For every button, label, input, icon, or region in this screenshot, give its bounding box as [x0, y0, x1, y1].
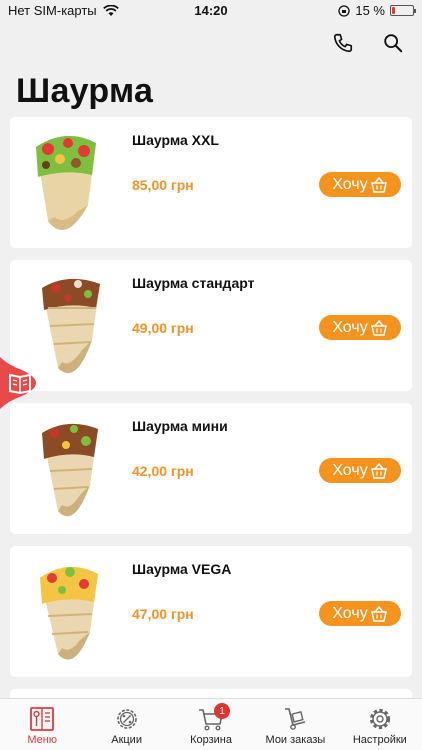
want-button[interactable]: Хочу [319, 458, 401, 483]
want-button-label: Хочу [332, 604, 368, 622]
product-name: Шаурма стандарт [132, 275, 255, 291]
product-name: Шаурма мини [132, 418, 228, 434]
tab-my-orders-label: Мои заказы [265, 734, 326, 746]
want-button[interactable]: Хочу [319, 315, 401, 340]
tab-cart-label: Корзина [190, 734, 232, 746]
tab-settings-label: Настройки [352, 734, 407, 746]
basket-icon [370, 176, 387, 193]
battery-icon [390, 5, 416, 16]
phone-icon[interactable] [332, 32, 354, 54]
want-button-label: Хочу [332, 461, 368, 479]
discount-gear-icon [116, 709, 137, 729]
want-button-label: Хочу [332, 175, 368, 193]
product-price: 42,00 грн [132, 463, 194, 479]
product-name: Шаурма XXL [132, 132, 219, 148]
product-card[interactable]: Шаурма стандарт 49,00 грн Хочу [10, 260, 412, 391]
tab-my-orders[interactable]: Мои заказы [253, 699, 337, 750]
page-title: Шаурма [16, 72, 154, 110]
tab-settings[interactable]: Настройки [338, 699, 422, 750]
menu-book-icon [30, 707, 55, 731]
battery-level-fill [392, 7, 395, 14]
basket-icon [370, 462, 387, 479]
product-card[interactable]: Шаурма мини 42,00 грн Хочу [10, 403, 412, 534]
basket-icon [370, 605, 387, 622]
settings-gear-icon [369, 708, 390, 730]
search-icon[interactable] [382, 32, 404, 54]
shawarma-mini-image [42, 423, 98, 517]
product-card[interactable]: Шаурма VEGA 47,00 грн Хочу [10, 546, 412, 677]
status-right: 15 % [338, 3, 416, 18]
product-price: 49,00 грн [132, 320, 194, 336]
status-bar: Нет SIM-карты 14:20 15 % [0, 0, 422, 22]
side-menu-tab[interactable] [0, 338, 50, 428]
hand-truck-icon [285, 708, 306, 730]
want-button[interactable]: Хочу [319, 172, 401, 197]
header-actions [332, 32, 404, 54]
product-price: 47,00 грн [132, 606, 194, 622]
tab-menu[interactable]: Меню [0, 699, 84, 750]
rotation-lock-icon [338, 4, 351, 17]
tab-promotions[interactable]: Акции [84, 699, 168, 750]
want-button-label: Хочу [332, 318, 368, 336]
bottom-tab-bar: Меню Акции 1 Корзина Мои заказы Настройк… [0, 698, 422, 750]
product-name: Шаурма VEGA [132, 561, 232, 577]
cart-badge: 1 [214, 703, 231, 719]
product-card[interactable]: Шаурма XXL 85,00 грн Хочу [10, 117, 412, 248]
battery-percent: 15 % [355, 3, 385, 18]
want-button[interactable]: Хочу [319, 601, 401, 626]
tab-cart[interactable]: 1 Корзина [169, 699, 253, 750]
basket-icon [370, 319, 387, 336]
product-list: Шаурма XXL 85,00 грн Хочу Шаурма стандар… [10, 117, 412, 721]
shawarma-xxl-image [36, 135, 96, 230]
tab-promotions-label: Акции [111, 734, 142, 746]
tab-menu-label: Меню [27, 734, 58, 746]
shawarma-vega-image [40, 566, 98, 660]
product-price: 85,00 грн [132, 177, 194, 193]
